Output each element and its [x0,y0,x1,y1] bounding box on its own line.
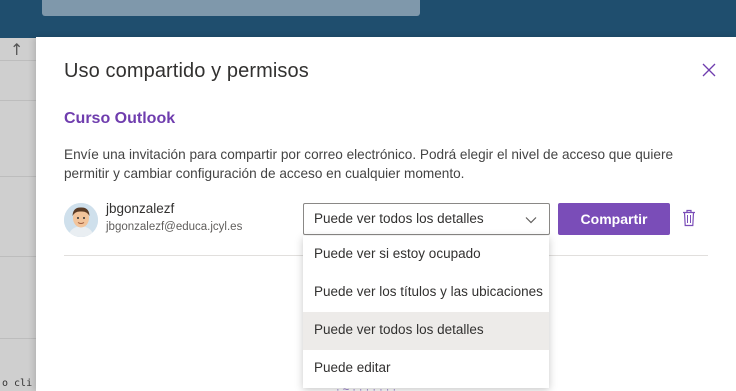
search-box[interactable] [42,0,420,16]
divider [0,100,36,101]
avatar-icon [64,203,98,237]
calendar-name: Curso Outlook [64,110,176,127]
permission-option-busy[interactable]: Puede ver si estoy ocupado [303,236,549,274]
background-panel: ↑ o cli [0,38,36,391]
app-topbar [0,0,736,38]
user-name: jbgonzalezf [106,201,175,216]
divider [0,338,36,339]
permission-option-titles-locations[interactable]: Puede ver los títulos y las ubicaciones [303,274,549,312]
trash-icon[interactable] [682,209,696,227]
description-text: Envíe una invitación para compartir por … [64,147,674,181]
chevron-down-icon [525,217,537,224]
permission-select[interactable]: Puede ver todos los detalles [303,203,550,235]
close-icon[interactable] [700,61,718,79]
permission-option-all-details[interactable]: Puede ver todos los detalles [303,312,549,350]
permission-select-value: Puede ver todos los detalles [314,211,484,226]
divider [0,60,36,61]
share-button[interactable]: Compartir [558,203,670,235]
arrow-up-icon[interactable]: ↑ [10,40,23,59]
divider [0,256,36,257]
dialog-title: Uso compartido y permisos [64,60,309,82]
user-email: jbgonzalezf@educa.jcyl.es [106,221,243,233]
permission-option-edit[interactable]: Puede editar [303,350,549,388]
background-partial-text: o cli [2,378,33,389]
permission-dropdown: Puede ver si estoy ocupado Puede ver los… [303,236,549,388]
divider [0,176,36,177]
